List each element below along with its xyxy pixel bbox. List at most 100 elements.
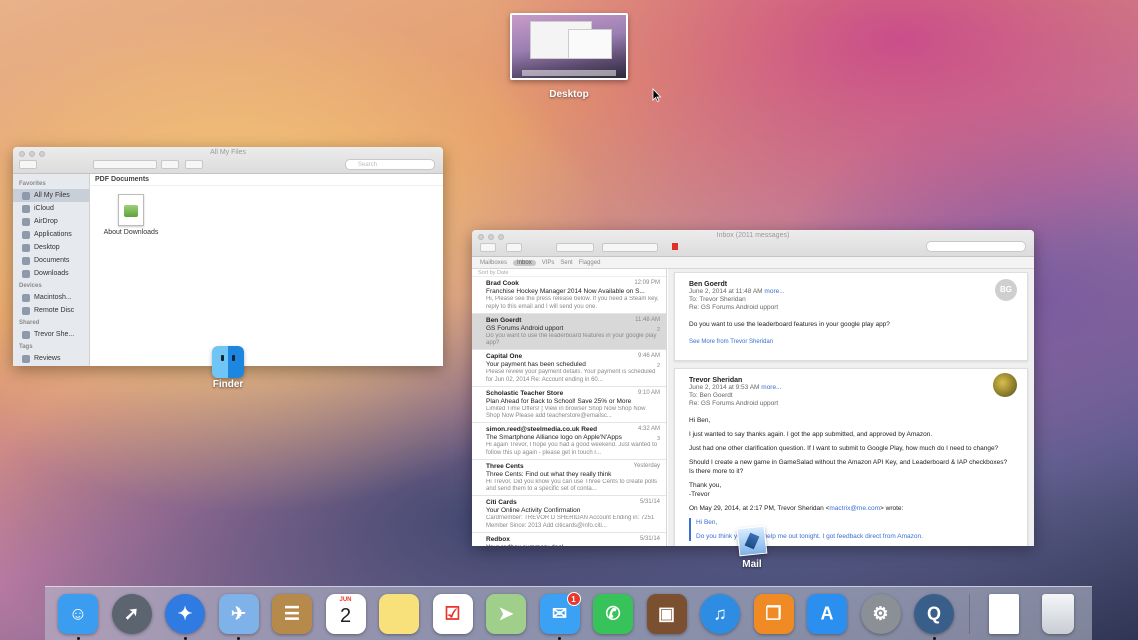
flag-icon[interactable] <box>672 243 678 250</box>
message-row[interactable]: Ben Goerdt 11:48 AM GS Forums Android uppo… <box>472 313 666 350</box>
message-preview: Hi Trevor, Did you know you can use Thre… <box>486 478 657 493</box>
recipient: To: Trevor Sheridan <box>689 296 746 303</box>
finder-app-icon[interactable] <box>212 346 244 378</box>
sidebar-heading: Shared <box>19 320 40 326</box>
thread-count: 2 <box>656 326 660 333</box>
avatar <box>993 373 1017 397</box>
archive-delete-buttons[interactable] <box>556 243 594 252</box>
dock-item-launchpad[interactable]: ➚ <box>109 591 155 637</box>
see-more-link[interactable]: See More from Trevor Sheridan <box>689 339 1013 345</box>
favorites-bar-item[interactable]: Sent <box>560 260 572 266</box>
mail-search-input[interactable] <box>926 241 1026 252</box>
message-sender: Redbox <box>486 535 510 543</box>
sender-name: Ben Goerdt <box>689 281 728 288</box>
favorites-bar-item[interactable]: Mailboxes <box>480 260 507 266</box>
sidebar-item-label: Documents <box>34 257 70 264</box>
dock-item-mail[interactable]: ✈ <box>216 591 262 640</box>
dock-item-itunes[interactable]: ♫ <box>697 591 743 637</box>
sidebar-item[interactable]: iCloud <box>13 202 89 215</box>
dock-item-reminders[interactable]: ☑ <box>430 591 476 637</box>
message-subject: Plan Ahead for Back to School! Save 25% … <box>486 397 632 405</box>
dock-item-notes[interactable] <box>376 591 422 637</box>
dock-item-facetime[interactable]: ✆ <box>590 591 636 637</box>
email-link[interactable]: mactrix@me.com <box>829 505 880 512</box>
message-row[interactable]: Capital One 9:46 AM Your payment has been … <box>472 350 666 387</box>
sidebar-heading: Tags <box>19 344 33 350</box>
message-row[interactable]: Redbox 5/31/14 Your redbox summary deal <box>472 533 666 547</box>
dock-item-app-store[interactable]: A <box>804 591 850 637</box>
sidebar-item-label: iCloud <box>34 205 54 212</box>
sidebar-item[interactable]: Remote Disc <box>13 304 89 317</box>
finder-app-label: Finder <box>212 379 244 390</box>
message-list: Sort by Date Brad Cook 12:09 PM Franchise … <box>472 269 667 546</box>
dock-item-trash[interactable] <box>1035 591 1081 637</box>
finder-window-title: All My Files <box>210 149 246 156</box>
sidebar-item[interactable]: Reviews <box>13 352 89 365</box>
message-sender: Scholastic Teacher Store <box>486 389 564 397</box>
compose-button[interactable] <box>506 243 522 252</box>
dock-item-quicktime[interactable]: Q <box>911 591 957 640</box>
dock-item-photo-booth[interactable]: ▣ <box>644 591 690 637</box>
quicktime-icon: Q <box>914 593 954 634</box>
dock-item-maps[interactable]: ➤ <box>483 591 529 637</box>
dock-item-calendar[interactable]: JUN 2 <box>323 591 369 637</box>
mail-app-icon[interactable] <box>736 525 768 557</box>
dock-item-finder[interactable]: ☺ <box>55 591 101 640</box>
dock-item-contacts[interactable]: ☰ <box>269 591 315 637</box>
favorites-bar-item[interactable]: Inbox <box>513 259 536 266</box>
glyph: ➚ <box>123 603 140 623</box>
dock-item-downloads[interactable] <box>981 591 1027 637</box>
sidebar-heading: Favorites <box>19 181 46 187</box>
finder-window[interactable]: All My Files Search Favorites All My File… <box>13 147 443 366</box>
sidebar-item[interactable]: AirDrop <box>13 215 89 228</box>
sidebar-item[interactable]: Applications <box>13 228 89 241</box>
reply-forward-buttons[interactable] <box>602 243 658 252</box>
more-link[interactable]: more... <box>761 384 781 391</box>
arrange-button[interactable] <box>161 160 179 169</box>
message-row[interactable]: Scholastic Teacher Store 9:10 AM Plan Ahea… <box>472 387 666 423</box>
running-indicator <box>76 636 80 640</box>
finder-search-input[interactable]: Search <box>345 159 435 170</box>
sidebar-item-icon <box>22 191 30 200</box>
sidebar-item[interactable]: Documents <box>13 254 89 267</box>
message-row[interactable]: Three Cents Yesterday Three Cents: Find ou… <box>472 460 666 496</box>
mail-window-title: Inbox (2011 messages) <box>716 232 790 239</box>
back-forward-button[interactable] <box>19 160 37 169</box>
file-item[interactable]: About Downloads <box>101 194 161 236</box>
dock-item-safari[interactable]: ✦ <box>162 591 208 640</box>
sidebar-item[interactable]: All My Files <box>13 189 89 202</box>
sidebar-item[interactable]: Trevor She... <box>13 328 89 341</box>
mail-window[interactable]: Inbox (2011 messages) Mailboxes Inbox VIPs… <box>472 230 1034 546</box>
thread-count: 2 <box>656 363 660 369</box>
sidebar-item-label: Macintosh... <box>34 294 72 301</box>
sidebar-item-label: Applications <box>34 231 72 238</box>
sort-control[interactable]: Sort by Date <box>472 269 666 277</box>
message-row[interactable]: Brad Cook 12:09 PM Franchise Hockey Manage… <box>472 277 666 314</box>
favorites-bar-item[interactable]: VIPs <box>542 260 555 266</box>
message-preview: Hi, Please see the press release below. … <box>486 296 659 310</box>
subject: Re: GS Forums Android upport <box>689 400 779 407</box>
glyph: ✉ <box>551 603 568 623</box>
view-mode-buttons[interactable] <box>93 160 157 169</box>
notes-icon <box>379 593 419 634</box>
dock-item-system-preferences[interactable]: ⚙ <box>858 591 904 637</box>
action-gear-button[interactable] <box>185 160 203 169</box>
dock-item-messages[interactable]: ✉ 1 <box>537 591 583 640</box>
message-row[interactable]: simon.reed@steelmedia.co.uk Reed 4:32 AM T… <box>472 423 666 460</box>
get-mail-button[interactable] <box>480 243 496 252</box>
more-link[interactable]: more... <box>764 288 784 295</box>
sidebar-item[interactable]: Desktop <box>13 241 89 254</box>
favorites-bar-item[interactable]: Flagged <box>579 260 601 266</box>
dock-item-ibooks[interactable]: ❐ <box>751 591 797 637</box>
sidebar-item[interactable]: Downloads <box>13 267 89 280</box>
sidebar-item-label: AirDrop <box>34 218 58 225</box>
running-indicator <box>558 636 561 640</box>
message-row[interactable]: Citi Cards 5/31/14 Your Online Activity Co… <box>472 496 666 533</box>
photo-booth-icon: ▣ <box>646 593 687 634</box>
desktop-thumbnail[interactable] <box>510 13 628 80</box>
glyph: ✦ <box>177 603 193 623</box>
sidebar-heading: Devices <box>19 283 42 289</box>
sidebar-item[interactable]: Macintosh... <box>13 291 89 304</box>
message-time: 5/31/14 <box>639 535 660 542</box>
message-card: Trevor Sheridan June 2, 2014 at 9:53 AM … <box>674 368 1028 546</box>
